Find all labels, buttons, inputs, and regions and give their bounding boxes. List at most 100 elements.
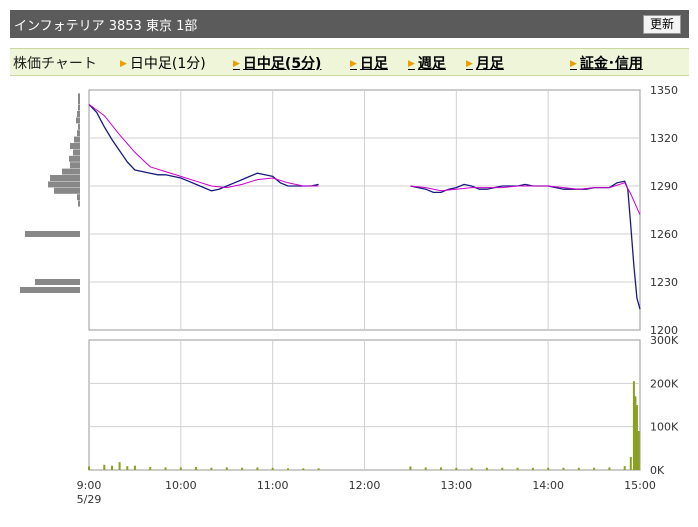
arrow-right-icon: ▶	[350, 59, 357, 69]
price-volume-profile	[20, 93, 80, 293]
profile-bar	[77, 130, 80, 137]
profile-bar	[78, 200, 80, 207]
tab-weekly[interactable]: ▶ 週足	[408, 53, 446, 73]
profile-bar	[35, 279, 80, 285]
price-tick-label: 1290	[650, 180, 678, 193]
profile-bar	[78, 104, 80, 111]
tab-label: 週足	[417, 56, 446, 72]
profile-bar	[25, 231, 80, 237]
volume-bar	[126, 466, 129, 470]
profile-bar	[74, 136, 80, 143]
volume-bar	[623, 466, 626, 470]
profile-bar	[78, 98, 80, 105]
volume-bar	[608, 467, 611, 470]
price-tick-label: 1320	[650, 132, 678, 145]
volume-bar	[629, 457, 632, 470]
x-tick-label: 14:00	[532, 479, 564, 492]
date-label: 5/29	[77, 493, 102, 506]
profile-bar	[62, 168, 80, 175]
volume-tick-label: 200K	[650, 377, 679, 390]
volume-bar	[547, 467, 550, 470]
price-tick-label: 1230	[650, 276, 678, 289]
chart-tabs-title: 株価チャート	[13, 56, 97, 72]
x-tick-label: 13:00	[440, 479, 472, 492]
tab-margin-credit[interactable]: ▶ 証金･信用	[570, 53, 643, 73]
arrow-right-icon: ▶	[466, 59, 473, 69]
volume-bar	[179, 467, 182, 470]
volume-bar	[241, 467, 244, 470]
volume-bar	[210, 467, 213, 470]
volume-bar	[501, 467, 504, 470]
tab-label: 証金･信用	[579, 56, 643, 72]
volume-bar	[256, 467, 259, 470]
volume-bar	[593, 467, 596, 470]
tab-label: 月足	[475, 56, 504, 72]
x-tick-label: 15:00	[624, 479, 656, 492]
profile-bar	[70, 162, 80, 169]
volume-panel: 300K 200K 100K 0K	[88, 334, 679, 477]
profile-bar	[77, 111, 80, 117]
x-tick-label: 11:00	[257, 479, 289, 492]
profile-bar	[50, 175, 80, 181]
price-panel: 135013201290126012301200	[88, 84, 678, 337]
tab-label: 日足	[359, 56, 388, 72]
volume-bar	[409, 466, 412, 470]
volume-bar	[424, 467, 427, 470]
update-button[interactable]: 更新	[642, 15, 681, 34]
volume-bar	[111, 465, 113, 470]
volume-bar	[455, 467, 458, 470]
tab-label: 日中足(5分)	[242, 56, 322, 72]
volume-bar	[637, 431, 640, 470]
tab-monthly[interactable]: ▶ 月足	[466, 53, 504, 73]
tab-intraday-1min[interactable]: ▶ 日中足(1分)	[120, 53, 206, 73]
volume-bar	[577, 467, 580, 470]
tab-label: 日中足(1分)	[129, 56, 206, 72]
tab-intraday-5min[interactable]: ▶ 日中足(5分)	[233, 53, 321, 73]
stock-chart: 135013201290126012301200 300K200K100K0K …	[20, 84, 679, 506]
volume-bar	[317, 468, 320, 470]
volume-bar	[271, 467, 274, 470]
price-tick-label: 1260	[650, 228, 678, 241]
volume-bar	[485, 467, 488, 470]
arrow-right-icon: ▶	[120, 59, 127, 69]
volume-bar	[516, 467, 519, 470]
volume-bar	[287, 468, 289, 470]
chart-tabs: 株価チャート ▶ 日中足(1分) ▶ 日中足(5分) ▶ 日足 ▶ 週足 ▶ 月足 ▶ 証金…	[10, 48, 689, 76]
volume-bar	[133, 465, 136, 470]
profile-bar	[54, 187, 80, 194]
volume-bar	[225, 467, 228, 470]
x-tick-label: 10:00	[165, 479, 197, 492]
volume-bar	[470, 467, 473, 470]
volume-tick-label: 0K	[650, 464, 665, 477]
stock-title: インフォテリア 3853 東京 1部	[14, 19, 198, 34]
volume-bar	[164, 467, 167, 470]
arrow-right-icon: ▶	[570, 59, 577, 69]
volume-bar	[118, 462, 121, 470]
profile-bar	[48, 181, 80, 188]
volume-tick-label: 300K	[650, 334, 679, 347]
volume-bar	[440, 467, 442, 470]
profile-bar	[76, 117, 80, 124]
profile-bar	[70, 143, 80, 149]
profile-bar	[77, 194, 80, 201]
volume-bar	[149, 467, 152, 470]
profile-bar	[20, 287, 80, 293]
profile-bar	[69, 155, 80, 162]
profile-bar	[73, 149, 80, 156]
volume-bar	[302, 468, 305, 470]
tab-daily[interactable]: ▶ 日足	[350, 53, 388, 73]
volume-bar	[195, 467, 198, 470]
price-tick-label: 1350	[650, 84, 678, 97]
profile-bar	[78, 123, 80, 130]
arrow-right-icon: ▶	[233, 59, 240, 69]
x-tick-label: 12:00	[349, 479, 381, 492]
x-tick-label: 9:00	[77, 479, 102, 492]
title-bar: インフォテリア 3853 東京 1部 更新	[10, 10, 689, 38]
arrow-right-icon: ▶	[408, 59, 415, 69]
volume-bar	[103, 464, 106, 470]
volume-bar	[531, 467, 534, 470]
volume-tick-label: 100K	[650, 421, 679, 434]
volume-bar	[562, 467, 565, 470]
time-axis: 9:00 10:00 11:00 12:00 13:00 14:00 15:00 5/29	[77, 479, 656, 506]
volume-bar	[88, 466, 90, 470]
